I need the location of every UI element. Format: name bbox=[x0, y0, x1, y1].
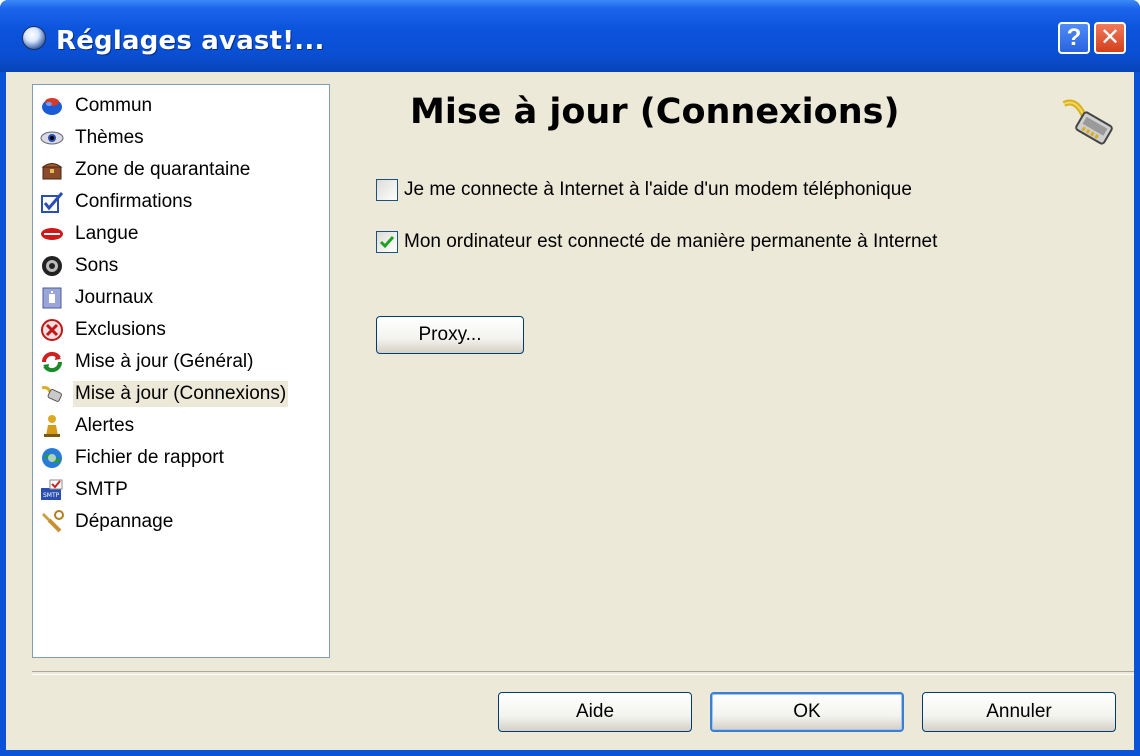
modem-checkbox[interactable] bbox=[376, 179, 398, 201]
tree-item-confirmations[interactable]: Confirmations bbox=[39, 187, 198, 217]
permanent-connection-label: Mon ordinateur est connecté de manière p… bbox=[404, 231, 938, 252]
checklist-icon bbox=[39, 189, 65, 215]
tree-item-update-general[interactable]: Mise à jour (Général) bbox=[39, 347, 259, 377]
report-icon bbox=[39, 445, 65, 471]
network-cable-icon bbox=[39, 381, 65, 407]
checkmark-icon bbox=[379, 236, 395, 249]
tree-label: Confirmations bbox=[75, 191, 193, 212]
tree-item-journaux[interactable]: Journaux bbox=[39, 283, 159, 313]
tree-label: Fichier de rapport bbox=[75, 447, 224, 468]
tree-item-alertes[interactable]: Alertes bbox=[39, 411, 140, 441]
tree-item-sons[interactable]: Sons bbox=[39, 251, 124, 281]
tree-item-troubleshoot[interactable]: Dépannage bbox=[39, 507, 179, 537]
permanent-connection-option[interactable]: Mon ordinateur est connecté de manière p… bbox=[376, 228, 937, 256]
log-icon bbox=[39, 285, 65, 311]
speaker-icon bbox=[39, 253, 65, 279]
tree-label: Mise à jour (Général) bbox=[75, 351, 254, 372]
tree-label: Zone de quarantaine bbox=[75, 159, 251, 180]
smtp-icon: SMTP bbox=[39, 477, 65, 503]
chest-icon bbox=[39, 157, 65, 183]
update-icon bbox=[39, 349, 65, 375]
network-cable-icon bbox=[1058, 94, 1118, 154]
tree-label: Alertes bbox=[75, 415, 135, 436]
tree-label: Langue bbox=[75, 223, 139, 244]
footer-divider bbox=[32, 671, 1134, 675]
tree-item-themes[interactable]: Thèmes bbox=[39, 123, 150, 153]
tree-label: Thèmes bbox=[75, 127, 144, 148]
proxy-button[interactable]: Proxy... bbox=[376, 316, 524, 354]
help-button[interactable]: Aide bbox=[498, 692, 692, 732]
globe-icon bbox=[39, 93, 65, 119]
permanent-connection-checkbox[interactable] bbox=[376, 231, 398, 253]
modem-option[interactable]: Je me connecte à Internet à l'aide d'un … bbox=[376, 176, 912, 204]
eye-icon bbox=[39, 125, 65, 151]
tree-item-smtp[interactable]: SMTP SMTP bbox=[39, 475, 134, 505]
tree-item-quarantine[interactable]: Zone de quarantaine bbox=[39, 155, 256, 185]
svg-text:SMTP: SMTP bbox=[43, 492, 60, 499]
category-tree[interactable]: Commun Thèmes Zone de quarantaine Confir… bbox=[32, 84, 330, 658]
ok-button[interactable]: OK bbox=[710, 692, 904, 732]
tree-item-update-connexions[interactable]: Mise à jour (Connexions) bbox=[39, 379, 292, 409]
close-button[interactable]: ✕ bbox=[1094, 22, 1126, 54]
help-title-button[interactable]: ? bbox=[1058, 22, 1090, 54]
tree-item-commun[interactable]: Commun bbox=[39, 91, 158, 121]
tree-label: Sons bbox=[75, 255, 119, 276]
modem-option-label: Je me connecte à Internet à l'aide d'un … bbox=[404, 179, 912, 200]
page-title: Mise à jour (Connexions) bbox=[410, 92, 900, 132]
settings-window: Réglages avast!... ? ✕ Commun Thèmes Zon… bbox=[0, 0, 1140, 756]
window-title: Réglages avast!... bbox=[56, 26, 325, 56]
tree-label: Mise à jour (Connexions) bbox=[73, 381, 289, 407]
tree-label: SMTP bbox=[75, 479, 128, 500]
tree-item-langue[interactable]: Langue bbox=[39, 219, 144, 249]
cancel-button[interactable]: Annuler bbox=[922, 692, 1116, 732]
avast-app-icon bbox=[22, 26, 46, 50]
tree-item-exclusions[interactable]: Exclusions bbox=[39, 315, 172, 345]
troubleshoot-icon bbox=[39, 509, 65, 535]
title-bar[interactable]: Réglages avast!... ? ✕ bbox=[0, 0, 1140, 72]
tree-label: Dépannage bbox=[75, 511, 174, 532]
alert-figure-icon bbox=[39, 413, 65, 439]
tree-label: Exclusions bbox=[75, 319, 166, 340]
dialog-body: Commun Thèmes Zone de quarantaine Confir… bbox=[6, 72, 1134, 750]
tree-item-report-file[interactable]: Fichier de rapport bbox=[39, 443, 230, 473]
tree-label: Commun bbox=[75, 95, 153, 116]
tree-label: Journaux bbox=[75, 287, 154, 308]
exclusion-icon bbox=[39, 317, 65, 343]
lips-icon bbox=[39, 221, 65, 247]
